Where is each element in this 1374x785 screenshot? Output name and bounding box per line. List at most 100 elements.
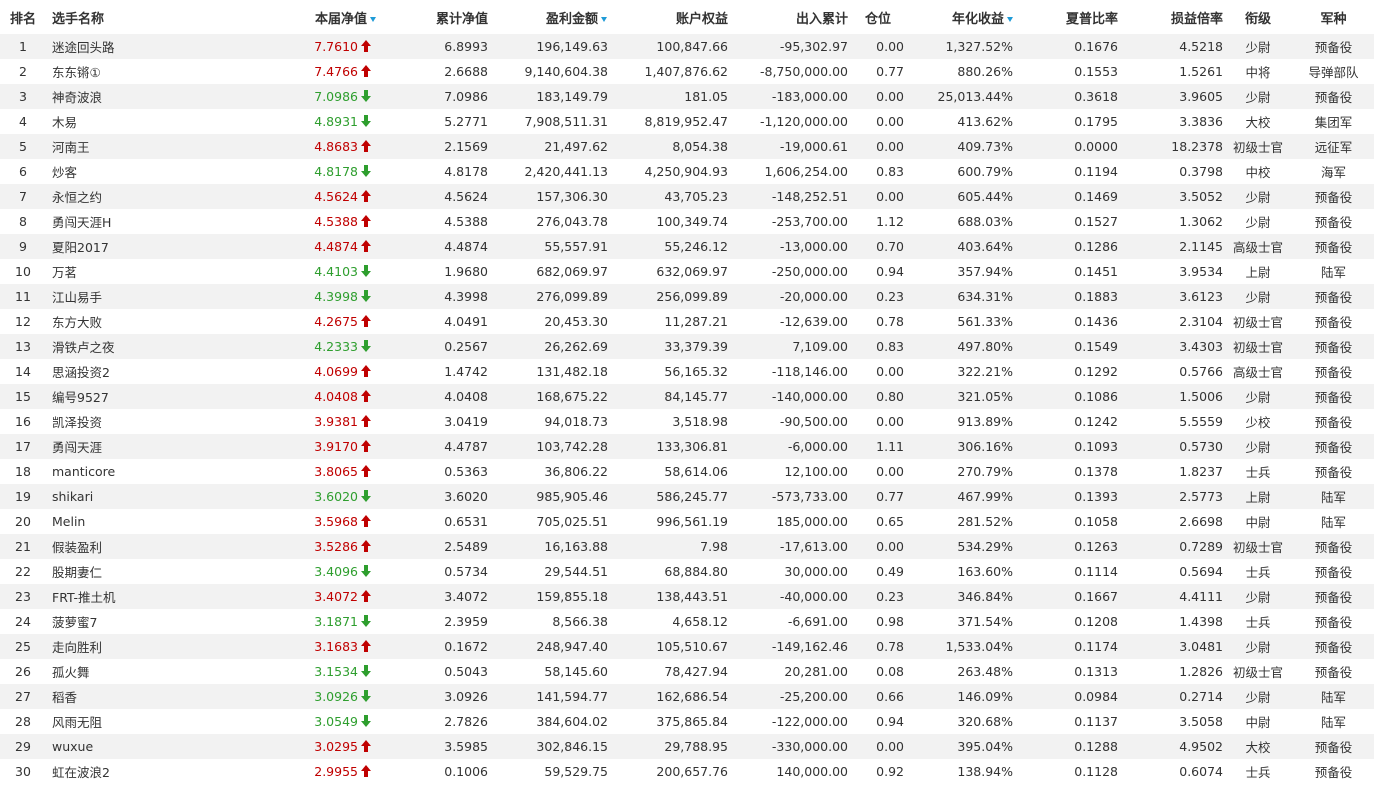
table-row[interactable]: 23 FRT-推土机 3.4072 3.4072 159,855.18 138,443.5… bbox=[0, 584, 1374, 609]
player-name[interactable]: wuxue bbox=[46, 734, 256, 759]
header-branch[interactable]: 军种 bbox=[1293, 0, 1374, 34]
table-row[interactable]: 24 菠萝蜜7 3.1871 2.3959 8,566.38 4,658.12 -6,691… bbox=[0, 609, 1374, 634]
table-row[interactable]: 11 江山易手 4.3998 4.3998 276,099.89 256,099.89 -2… bbox=[0, 284, 1374, 309]
player-name[interactable]: 万茗 bbox=[46, 259, 256, 284]
annual-return-cell: 688.03% bbox=[957, 214, 1013, 229]
annual-return-cell: 322.21% bbox=[957, 364, 1013, 379]
profit-cell: 248,947.40 bbox=[536, 639, 608, 654]
current-nav-value: 4.8931 bbox=[314, 114, 358, 129]
table-row[interactable]: 1 迷途回头路 7.7610 6.8993 196,149.63 100,847.66 -9… bbox=[0, 34, 1374, 59]
table-row[interactable]: 14 思涵投资2 4.0699 1.4742 131,482.18 56,165.32 -1… bbox=[0, 359, 1374, 384]
player-name[interactable]: 编号9527 bbox=[46, 384, 256, 409]
header-grade[interactable]: 衔级 bbox=[1223, 0, 1293, 34]
header-equity[interactable]: 账户权益 bbox=[608, 0, 728, 34]
player-name[interactable]: 勇闯天涯 bbox=[46, 434, 256, 459]
table-row[interactable]: 25 走向胜利 3.1683 0.1672 248,947.40 105,510.67 -1… bbox=[0, 634, 1374, 659]
player-name[interactable]: manticore bbox=[46, 459, 256, 484]
table-row[interactable]: 3 神奇波浪 7.0986 7.0986 183,149.79 181.05 -183,00… bbox=[0, 84, 1374, 109]
table-row[interactable]: 12 东方大败 4.2675 4.0491 20,453.30 11,287.21 -12,… bbox=[0, 309, 1374, 334]
current-nav-cell: 4.4103 bbox=[256, 259, 380, 284]
table-row[interactable]: 20 Melin 3.5968 0.6531 705,025.51 996,561.19 1… bbox=[0, 509, 1374, 534]
rank-cell: 29 bbox=[15, 739, 31, 754]
cum-nav-cell: 0.1006 bbox=[444, 764, 488, 779]
arrow-up-icon bbox=[360, 415, 372, 427]
table-row[interactable]: 10 万茗 4.4103 1.9680 682,069.97 632,069.97 -250… bbox=[0, 259, 1374, 284]
player-name[interactable]: 风雨无阻 bbox=[46, 709, 256, 734]
player-name[interactable]: 思涵投资2 bbox=[46, 359, 256, 384]
header-profit[interactable]: 盈利金额 bbox=[488, 0, 608, 34]
player-name[interactable]: FRT-推土机 bbox=[46, 584, 256, 609]
header-cum-nav[interactable]: 累计净值 bbox=[380, 0, 488, 34]
rank-cell: 27 bbox=[15, 689, 31, 704]
table-row[interactable]: 19 shikari 3.6020 3.6020 985,905.46 586,245.7… bbox=[0, 484, 1374, 509]
header-rank[interactable]: 排名 bbox=[0, 0, 46, 34]
header-annual-return[interactable]: 年化收益 bbox=[908, 0, 1013, 34]
grade-cell: 初级士官 bbox=[1232, 340, 1283, 355]
table-row[interactable]: 17 勇闯天涯 3.9170 4.4787 103,742.28 133,306.81 -6… bbox=[0, 434, 1374, 459]
player-name[interactable]: 炒客 bbox=[46, 159, 256, 184]
cum-nav-cell: 1.9680 bbox=[444, 264, 488, 279]
current-nav-cell: 3.6020 bbox=[256, 484, 380, 509]
sharpe-cell: 0.1553 bbox=[1074, 64, 1118, 79]
flow-cell: -17,613.00 bbox=[779, 539, 848, 554]
player-name[interactable]: 夏阳2017 bbox=[46, 234, 256, 259]
table-row[interactable]: 30 虹在波浪2 2.9955 0.1006 59,529.75 200,657.76 14… bbox=[0, 759, 1374, 784]
header-sharpe[interactable]: 夏普比率 bbox=[1013, 0, 1118, 34]
header-position[interactable]: 仓位 bbox=[848, 0, 908, 34]
player-name[interactable]: 菠萝蜜7 bbox=[46, 609, 256, 634]
grade-cell: 少尉 bbox=[1245, 390, 1271, 405]
table-row[interactable]: 13 滑铁卢之夜 4.2333 0.2567 26,262.69 33,379.39 7,1… bbox=[0, 334, 1374, 359]
player-name[interactable]: Melin bbox=[46, 509, 256, 534]
table-row[interactable]: 27 稻香 3.0926 3.0926 141,594.77 162,686.54 -25,… bbox=[0, 684, 1374, 709]
player-name[interactable]: 走向胜利 bbox=[46, 634, 256, 659]
header-flow[interactable]: 出入累计 bbox=[728, 0, 848, 34]
cum-nav-cell: 4.8178 bbox=[444, 164, 488, 179]
player-name[interactable]: 稻香 bbox=[46, 684, 256, 709]
player-name[interactable]: 江山易手 bbox=[46, 284, 256, 309]
player-name[interactable]: 孤火舞 bbox=[46, 659, 256, 684]
position-cell: 0.00 bbox=[876, 139, 904, 154]
branch-cell: 导弹部队 bbox=[1308, 65, 1359, 80]
player-name[interactable]: 股期妻仁 bbox=[46, 559, 256, 584]
player-name[interactable]: shikari bbox=[46, 484, 256, 509]
cum-nav-cell: 3.6020 bbox=[444, 489, 488, 504]
table-row[interactable]: 2 东东锵① 7.4766 2.6688 9,140,604.38 1,407,876.6… bbox=[0, 59, 1374, 84]
table-row[interactable]: 8 勇闯天涯H 4.5388 4.5388 276,043.78 100,349.74 -2… bbox=[0, 209, 1374, 234]
table-row[interactable]: 18 manticore 3.8065 0.5363 36,806.22 58,614.0… bbox=[0, 459, 1374, 484]
position-cell: 0.94 bbox=[876, 714, 904, 729]
table-row[interactable]: 15 编号9527 4.0408 4.0408 168,675.22 84,145.77 -… bbox=[0, 384, 1374, 409]
table-row[interactable]: 16 凯泽投资 3.9381 3.0419 94,018.73 3,518.98 -90,5… bbox=[0, 409, 1374, 434]
player-name[interactable]: 凯泽投资 bbox=[46, 409, 256, 434]
table-row[interactable]: 22 股期妻仁 3.4096 0.5734 29,544.51 68,884.80 30,0… bbox=[0, 559, 1374, 584]
player-name[interactable]: 迷途回头路 bbox=[46, 34, 256, 59]
player-name[interactable]: 东方大败 bbox=[46, 309, 256, 334]
grade-cell: 少尉 bbox=[1245, 590, 1271, 605]
header-current-nav[interactable]: 本届净值 bbox=[256, 0, 380, 34]
header-pl-ratio[interactable]: 损益倍率 bbox=[1118, 0, 1223, 34]
table-row[interactable]: 7 永恒之约 4.5624 4.5624 157,306.30 43,705.23 -148… bbox=[0, 184, 1374, 209]
sharpe-cell: 0.1469 bbox=[1074, 189, 1118, 204]
player-name[interactable]: 木易 bbox=[46, 109, 256, 134]
table-row[interactable]: 29 wuxue 3.0295 3.5985 302,846.15 29,788.95 -3… bbox=[0, 734, 1374, 759]
header-name[interactable]: 选手名称 bbox=[46, 0, 256, 34]
player-name[interactable]: 东东锵① bbox=[46, 59, 256, 84]
player-name[interactable]: 滑铁卢之夜 bbox=[46, 334, 256, 359]
table-row[interactable]: 28 风雨无阻 3.0549 2.7826 384,604.02 375,865.84 -1… bbox=[0, 709, 1374, 734]
player-name[interactable]: 勇闯天涯H bbox=[46, 209, 256, 234]
player-name[interactable]: 河南王 bbox=[46, 134, 256, 159]
cum-nav-cell: 7.0986 bbox=[444, 89, 488, 104]
player-name[interactable]: 虹在波浪2 bbox=[46, 759, 256, 784]
table-row[interactable]: 21 假装盈利 3.5286 2.5489 16,163.88 7.98 -17,613.0… bbox=[0, 534, 1374, 559]
position-cell: 0.23 bbox=[876, 589, 904, 604]
player-name[interactable]: 假装盈利 bbox=[46, 534, 256, 559]
table-row[interactable]: 9 夏阳2017 4.4874 4.4874 55,557.91 55,246.12 -13… bbox=[0, 234, 1374, 259]
table-row[interactable]: 4 木易 4.8931 5.2771 7,908,511.31 8,819,952.47 -… bbox=[0, 109, 1374, 134]
player-name[interactable]: 永恒之约 bbox=[46, 184, 256, 209]
table-row[interactable]: 6 炒客 4.8178 4.8178 2,420,441.13 4,250,904.93 1… bbox=[0, 159, 1374, 184]
flow-cell: -183,000.00 bbox=[771, 89, 848, 104]
player-name[interactable]: 神奇波浪 bbox=[46, 84, 256, 109]
branch-cell: 预备役 bbox=[1314, 90, 1353, 105]
table-row[interactable]: 5 河南王 4.8683 2.1569 21,497.62 8,054.38 -19,000… bbox=[0, 134, 1374, 159]
table-row[interactable]: 26 孤火舞 3.1534 0.5043 58,145.60 78,427.94 20,28… bbox=[0, 659, 1374, 684]
profit-cell: 26,262.69 bbox=[544, 339, 608, 354]
